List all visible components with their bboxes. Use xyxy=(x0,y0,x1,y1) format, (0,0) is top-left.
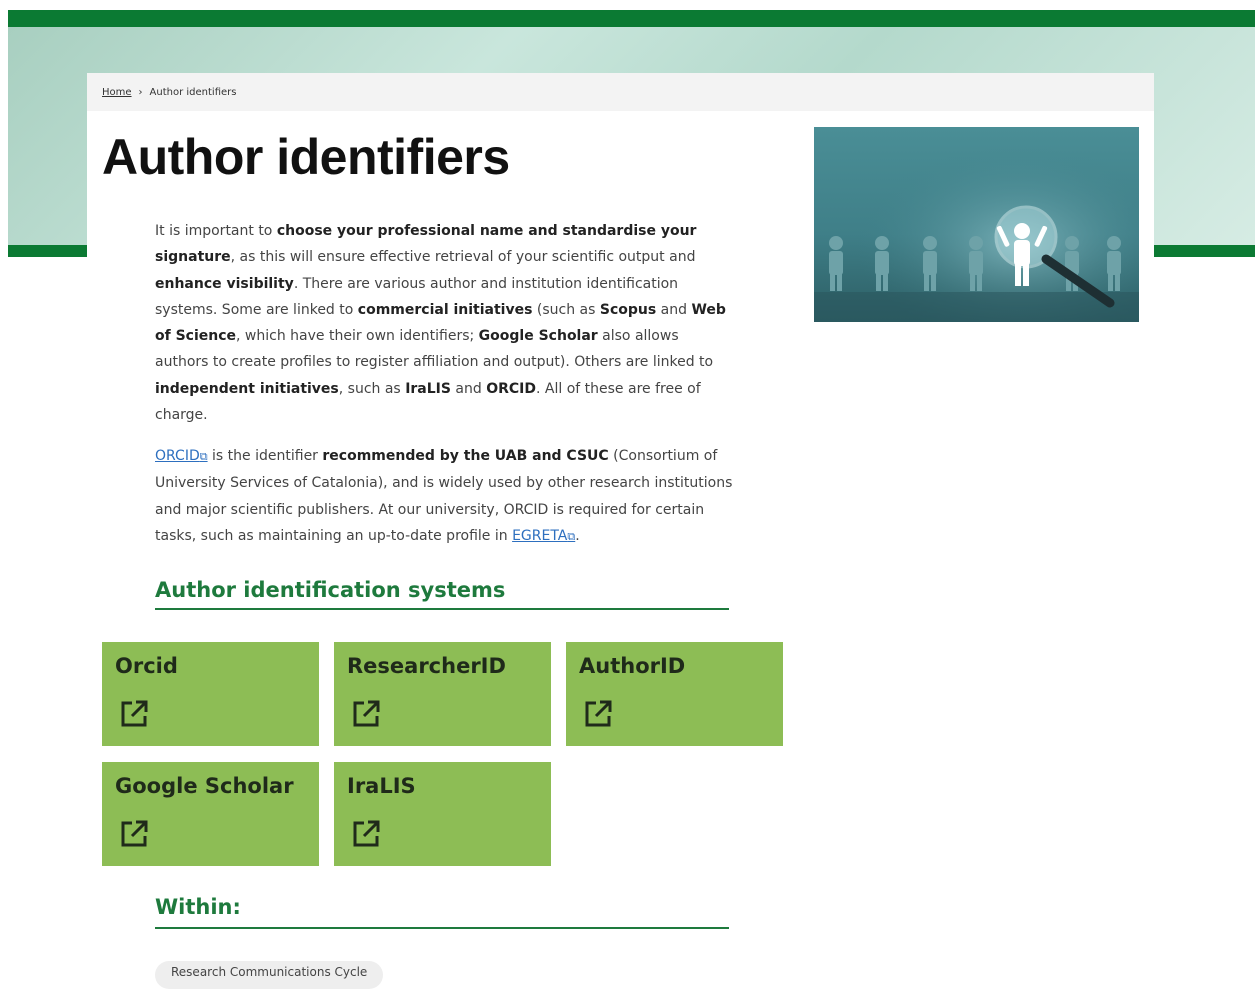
egreta-link[interactable]: EGRETA⧉ xyxy=(512,528,575,544)
top-brand-bar xyxy=(8,10,1255,27)
orcid-link[interactable]: ORCID⧉ xyxy=(155,448,208,464)
hero-accent-line xyxy=(1154,245,1255,257)
card-orcid[interactable]: Orcid xyxy=(102,642,319,746)
tag-research-communications-cycle[interactable]: Research Communications Cycle xyxy=(155,961,384,989)
card-label: Orcid xyxy=(115,654,178,678)
breadcrumb: Home › Author identifiers xyxy=(87,73,1154,111)
orcid-paragraph: ORCID⧉ is the identifier recommended by … xyxy=(155,448,733,544)
within-heading: Within: xyxy=(155,895,729,929)
card-label: Google Scholar xyxy=(115,774,294,798)
card-google-scholar[interactable]: Google Scholar xyxy=(102,762,319,866)
external-link-icon: ⧉ xyxy=(199,450,208,463)
card-label: ResearcherID xyxy=(347,654,506,678)
people-magnifier-illustration xyxy=(814,127,1139,322)
card-researcherid[interactable]: ResearcherID xyxy=(334,642,551,746)
breadcrumb-home-link[interactable]: Home xyxy=(102,87,132,98)
card-label: IraLIS xyxy=(347,774,416,798)
external-link-icon xyxy=(121,700,148,727)
card-authorid[interactable]: AuthorID xyxy=(566,642,783,746)
external-link-icon xyxy=(121,820,148,847)
external-link-icon xyxy=(353,820,380,847)
breadcrumb-separator: › xyxy=(138,86,143,98)
card-iralis[interactable]: IraLIS xyxy=(334,762,551,866)
card-label: AuthorID xyxy=(579,654,686,678)
external-link-icon xyxy=(353,700,380,727)
hero-accent-line xyxy=(8,245,87,257)
hero-image xyxy=(814,127,1139,322)
intro-paragraph: It is important to choose your professio… xyxy=(155,223,726,424)
page-title: Author identifiers xyxy=(102,129,510,185)
systems-heading: Author identification systems xyxy=(155,578,729,610)
external-link-icon xyxy=(585,700,612,727)
breadcrumb-current: Author identifiers xyxy=(149,86,237,98)
